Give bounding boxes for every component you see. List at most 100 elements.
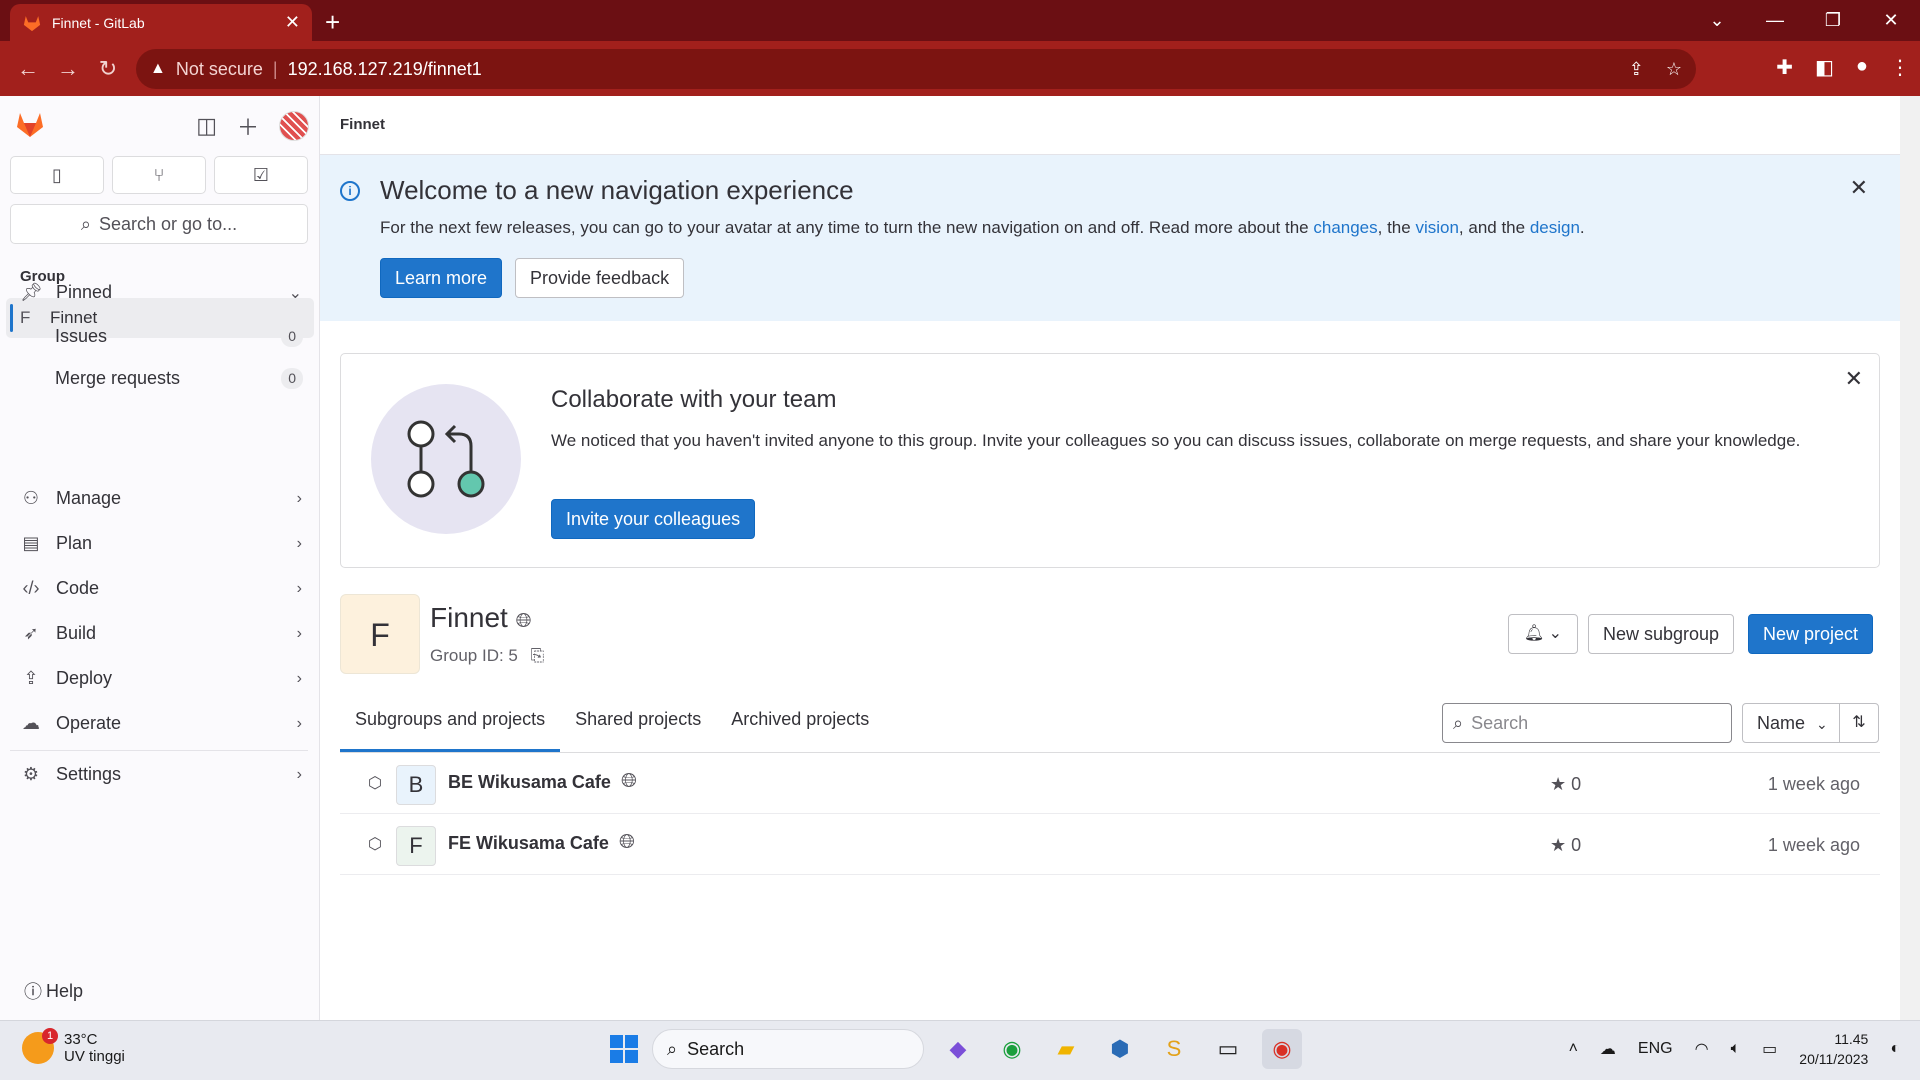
plan-label: Plan (56, 533, 93, 553)
group-id-text: Group ID: 5 (430, 646, 518, 665)
calendar-icon: ▤ (22, 533, 40, 553)
weather-text: UV tinggi (64, 1048, 125, 1065)
close-invite-card-icon[interactable]: ✕ (1845, 366, 1863, 392)
last-updated: 1 week ago (1767, 835, 1860, 855)
chrome-active-icon[interactable]: ◉ (1262, 1029, 1302, 1069)
copy-icon[interactable]: ⎘ (531, 646, 545, 665)
changes-link[interactable]: changes (1313, 218, 1377, 237)
merge-requests-icon[interactable]: ⑂ (112, 156, 206, 194)
windows-start-icon[interactable] (610, 1035, 638, 1063)
virtualbox-icon[interactable]: ⬢ (1100, 1029, 1140, 1069)
gitlab-logo-icon[interactable] (14, 108, 46, 140)
assigned-issues-icon[interactable]: ▯ (10, 156, 104, 194)
terminal-icon[interactable]: ▭ (1208, 1029, 1248, 1069)
collapse-sidebar-icon[interactable]: ◫ (196, 113, 217, 139)
tab-search-icon[interactable]: ⌄ (1688, 0, 1746, 41)
profile-icon[interactable]: ● (1856, 55, 1868, 80)
new-tab-button[interactable]: + (325, 7, 340, 38)
invite-colleagues-button[interactable]: Invite your colleagues (551, 499, 756, 539)
table-row[interactable]: ⬡ F FE Wikusama Cafe 🌐︎ ★ 0 1 week ago (340, 814, 1880, 875)
chevron-up-icon[interactable]: ˄ (1569, 1040, 1578, 1058)
sidebar-item-plan[interactable]: ▤ Plan › (20, 533, 302, 554)
clock[interactable]: 11.45 20/11/2023 (1799, 1029, 1868, 1069)
onedrive-icon[interactable]: ☁ (1600, 1039, 1616, 1059)
todo-list-icon[interactable]: ☑ (214, 156, 308, 194)
close-window-icon[interactable]: ✕ (1862, 0, 1920, 41)
sidebar-item-merge-requests[interactable]: Merge requests 0 (55, 368, 303, 389)
thumbtack-icon: 📌︎ (20, 282, 43, 302)
left-sidebar: ◫ ＋ ▯ ⑂ ☑ ⌕ Search or go to... Group F F… (0, 96, 320, 1020)
tab-close-icon[interactable]: ✕ (285, 12, 300, 33)
project-name[interactable]: BE Wikusama Cafe (448, 772, 611, 793)
restore-icon[interactable]: ❐ (1804, 0, 1862, 41)
tab-subgroups-and-projects[interactable]: Subgroups and projects (340, 696, 561, 752)
chevron-down-icon: ⌄ (1548, 625, 1563, 642)
sidebar-item-build[interactable]: ➶ Build › (20, 623, 302, 644)
group-name: Finnet (430, 602, 508, 633)
project-icon: ⬡ (368, 775, 382, 792)
chevron-right-icon: › (296, 534, 302, 552)
new-project-button[interactable]: New project (1748, 614, 1874, 654)
sidebar-item-issues[interactable]: Issues 0 (55, 326, 303, 347)
chrome-icon[interactable]: ◉ (992, 1029, 1032, 1069)
sidebar-item-manage[interactable]: ⚇ Manage › (20, 488, 302, 509)
tab-shared-projects[interactable]: Shared projects (560, 696, 716, 752)
user-avatar[interactable] (279, 111, 309, 141)
sidebar-search-label: Search or go to... (99, 213, 238, 234)
reload-icon[interactable]: ↻ (88, 56, 128, 82)
system-tray: ˄ ☁ ENG ◠ 🔈︎ ▭ 11.45 20/11/2023 ◐ (1569, 1029, 1900, 1069)
project-avatar: F (396, 826, 436, 866)
menu-kebab-icon[interactable]: ⋮ (1890, 55, 1910, 80)
omnibox[interactable]: ▲ Not secure | 192.168.127.219/finnet1 ⇪… (136, 49, 1696, 89)
bookmark-star-icon[interactable]: ☆ (1666, 59, 1682, 80)
settings-label: Settings (56, 764, 122, 784)
create-new-icon[interactable]: ＋ (237, 110, 259, 142)
forward-icon[interactable]: → (48, 56, 88, 82)
taskbar-search[interactable]: ⌕ Search (652, 1029, 924, 1069)
weather-widget[interactable]: 1 33°C UV tinggi (22, 1028, 125, 1065)
copilot-icon[interactable]: ◆ (938, 1029, 978, 1069)
vision-link[interactable]: vision (1415, 218, 1458, 237)
sidebar-item-settings[interactable]: ⚙ Settings › (20, 764, 302, 785)
project-icon: ⬡ (368, 836, 382, 853)
help-button[interactable]: ⓘ Help (24, 978, 83, 1004)
sidebar-item-code[interactable]: ‹/› Code › (20, 578, 303, 599)
pinned-label: Pinned (56, 282, 113, 302)
language-indicator[interactable]: ENG (1638, 1040, 1673, 1058)
deploy-icon: ⇪ (23, 668, 39, 688)
share-icon[interactable]: ⇪ (1629, 59, 1644, 80)
provide-feedback-button[interactable]: Provide feedback (515, 258, 685, 298)
learn-more-button[interactable]: Learn more (380, 258, 503, 298)
design-link[interactable]: design (1530, 218, 1580, 237)
project-search-input[interactable]: ⌕ Search (1442, 703, 1732, 743)
page-scrollbar[interactable] (1900, 96, 1920, 1020)
sidebar-item-operate[interactable]: ☁ Operate › (20, 713, 302, 734)
side-panel-icon[interactable]: ◧ (1815, 55, 1834, 80)
table-row[interactable]: ⬡ B BE Wikusama Cafe 🌐︎ ★ 0 1 week ago (340, 753, 1880, 814)
close-welcome-icon[interactable]: ✕ (1850, 175, 1868, 201)
battery-icon[interactable]: ▭ (1762, 1039, 1777, 1059)
extensions-icon[interactable]: ✚ (1776, 55, 1793, 80)
notifications-icon[interactable]: ◐ (1890, 1040, 1900, 1058)
tab-archived-projects[interactable]: Archived projects (716, 696, 884, 752)
notification-settings-button[interactable]: 🔔︎ ⌄ (1508, 614, 1578, 654)
wifi-icon[interactable]: ◠ (1695, 1039, 1709, 1059)
back-icon[interactable]: ← (8, 56, 48, 82)
sidebar-search-button[interactable]: ⌕ Search or go to... (10, 204, 308, 244)
breadcrumb[interactable]: Finnet (340, 116, 385, 133)
minimize-icon[interactable]: — (1746, 0, 1804, 41)
chevron-right-icon: › (296, 489, 302, 507)
sort-dropdown[interactable]: Name ⌄ (1742, 703, 1840, 743)
group-tabs: Subgroups and projects Shared projects A… (340, 696, 884, 752)
sublime-text-icon[interactable]: S (1154, 1029, 1194, 1069)
project-name[interactable]: FE Wikusama Cafe (448, 833, 609, 854)
sort-ascending-icon: ⇅ (1852, 714, 1866, 731)
file-explorer-icon[interactable]: ▰ (1046, 1029, 1086, 1069)
collab-title: Collaborate with your team (551, 386, 837, 413)
sort-direction-button[interactable]: ⇅ (1839, 703, 1879, 743)
new-subgroup-button[interactable]: New subgroup (1588, 614, 1735, 654)
browser-tab[interactable]: Finnet - GitLab ✕ (10, 4, 312, 41)
volume-icon[interactable]: 🔈︎ (1731, 1040, 1741, 1058)
sidebar-item-pinned[interactable]: 📌︎ Pinned ⌄ (20, 282, 302, 303)
sidebar-item-deploy[interactable]: ⇪ Deploy › (20, 668, 302, 689)
